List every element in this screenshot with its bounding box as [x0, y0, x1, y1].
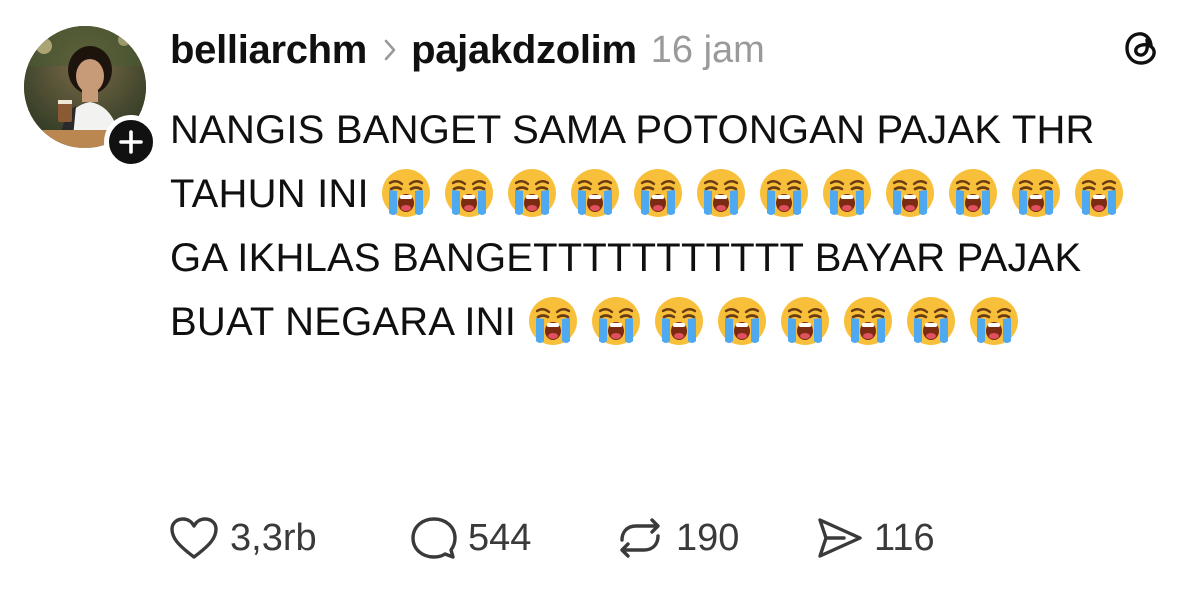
heart-icon	[168, 515, 220, 561]
post-paragraph-1: NANGIS BANGET SAMA POTONGAN PAJAK THR TA…	[170, 98, 1180, 226]
share-count: 116	[874, 516, 935, 559]
loudly-crying-face-emoji	[905, 295, 957, 347]
loudly-crying-face-emoji	[842, 295, 894, 347]
reply-target-username[interactable]: pajakdzolim	[411, 28, 637, 73]
repost-count: 190	[676, 516, 740, 559]
loudly-crying-face-emoji	[653, 295, 705, 347]
reply-button[interactable]: 544	[408, 514, 614, 562]
chevron-right-icon	[383, 38, 397, 62]
threads-logo-icon[interactable]	[1118, 24, 1164, 70]
comment-bubble-icon	[408, 514, 458, 562]
post-actions: 3,3rb 544 190 116	[168, 508, 935, 568]
loudly-crying-face-emoji	[968, 295, 1020, 347]
repost-button[interactable]: 190	[614, 514, 814, 562]
loudly-crying-face-emoji	[590, 295, 642, 347]
post-header: belliarchm pajakdzolim 16 jam	[170, 22, 765, 78]
share-button[interactable]: 116	[814, 515, 935, 561]
loudly-crying-face-emoji	[758, 167, 810, 219]
loudly-crying-face-emoji	[569, 167, 621, 219]
loudly-crying-face-emoji	[947, 167, 999, 219]
loudly-crying-face-emoji	[506, 167, 558, 219]
like-count: 3,3rb	[230, 516, 317, 559]
loudly-crying-face-emoji	[716, 295, 768, 347]
post-timestamp: 16 jam	[650, 28, 765, 71]
repost-icon	[614, 514, 666, 562]
loudly-crying-face-emoji	[1073, 167, 1125, 219]
post-paragraph-2: GA IKHLAS BANGETTTTTTTTTTT BAYAR PAJAK B…	[170, 226, 1180, 354]
author-username[interactable]: belliarchm	[170, 28, 367, 73]
loudly-crying-face-emoji	[821, 167, 873, 219]
post-body: NANGIS BANGET SAMA POTONGAN PAJAK THR TA…	[170, 98, 1180, 354]
send-icon	[814, 515, 864, 561]
thread-post: belliarchm pajakdzolim 16 jam NANGIS BAN…	[0, 0, 1200, 601]
loudly-crying-face-emoji	[779, 295, 831, 347]
emoji-row-1	[380, 169, 1136, 217]
follow-button[interactable]	[104, 115, 158, 169]
loudly-crying-face-emoji	[884, 167, 936, 219]
loudly-crying-face-emoji	[443, 167, 495, 219]
loudly-crying-face-emoji	[632, 167, 684, 219]
loudly-crying-face-emoji	[695, 167, 747, 219]
like-button[interactable]: 3,3rb	[168, 515, 408, 561]
plus-icon	[119, 130, 143, 154]
loudly-crying-face-emoji	[527, 295, 579, 347]
reply-count: 544	[468, 516, 532, 559]
loudly-crying-face-emoji	[380, 167, 432, 219]
loudly-crying-face-emoji	[1010, 167, 1062, 219]
emoji-row-2	[527, 297, 1031, 345]
